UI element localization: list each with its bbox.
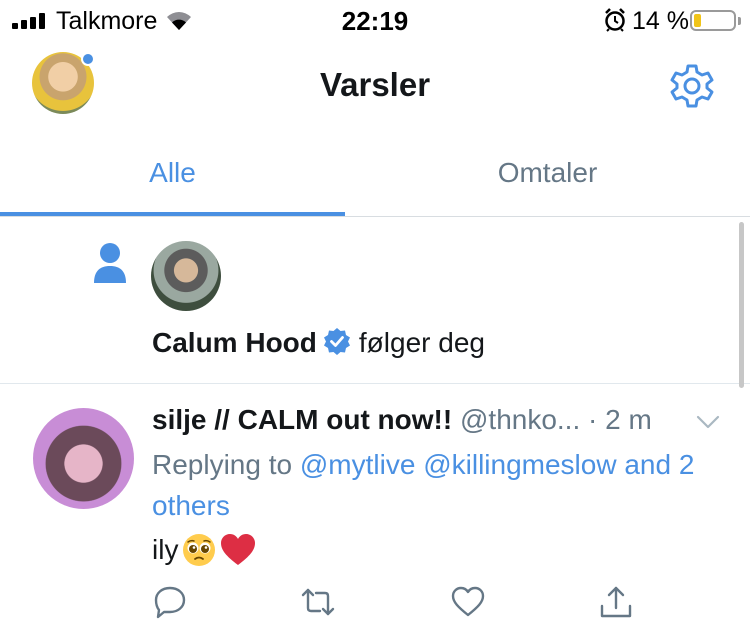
- active-tab-indicator: [0, 212, 345, 216]
- battery-icon: [690, 10, 736, 31]
- red-heart-emoji-icon: [221, 534, 256, 565]
- tab-all[interactable]: Alle: [0, 130, 345, 216]
- gear-icon[interactable]: [668, 62, 716, 110]
- tweet[interactable]: silje // CALM out now!! @thnko... · 2 m …: [0, 384, 750, 636]
- tweet-text: ily: [152, 534, 179, 565]
- status-bar: Talkmore 22:19 14 %: [0, 0, 750, 40]
- mention-link[interactable]: @mytlive: [300, 449, 416, 480]
- unread-indicator-dot: [81, 52, 95, 66]
- replying-to-line: Replying to @mytlive @killingmeslow and …: [152, 444, 732, 526]
- tweet-author-avatar[interactable]: [33, 408, 134, 509]
- tweet-body: ily: [152, 533, 256, 567]
- header: Varsler: [0, 40, 750, 130]
- retweet-icon[interactable]: [300, 584, 336, 620]
- chevron-down-icon[interactable]: [696, 414, 720, 430]
- share-icon[interactable]: [598, 584, 634, 620]
- tweet-author-handle[interactable]: @thnko...: [460, 404, 580, 435]
- battery-percentage: 14 %: [632, 7, 689, 35]
- tab-mentions[interactable]: Omtaler: [375, 130, 720, 216]
- and-label: and: [624, 449, 672, 480]
- scrollbar[interactable]: [739, 222, 744, 388]
- like-icon[interactable]: [450, 584, 486, 620]
- battery-tip: [738, 17, 741, 25]
- page-title: Varsler: [319, 66, 431, 103]
- notification-tabs: Alle Omtaler: [0, 130, 750, 217]
- follow-notification[interactable]: Calum Hood følger deg: [0, 217, 750, 384]
- verified-badge-icon: [323, 328, 350, 355]
- replying-to-label: Replying to: [152, 449, 293, 480]
- mention-link[interactable]: @killingmeslow: [423, 449, 616, 480]
- alarm-clock-icon: [605, 8, 625, 32]
- tweet-actions: [152, 584, 652, 624]
- follow-text: Calum Hood følger deg: [152, 327, 485, 359]
- follower-name[interactable]: Calum Hood: [152, 327, 317, 358]
- follow-action-text: følger deg: [358, 327, 485, 358]
- reply-icon[interactable]: [152, 584, 188, 620]
- follower-avatar[interactable]: [151, 241, 221, 311]
- tweet-timestamp: · 2 m: [588, 404, 652, 435]
- tweet-header: silje // CALM out now!! @thnko... · 2 m: [152, 404, 652, 436]
- person-icon: [94, 243, 126, 283]
- battery-level: [694, 14, 702, 27]
- tweet-author-name[interactable]: silje // CALM out now!!: [152, 404, 452, 435]
- pleading-face-emoji-icon: [183, 534, 216, 566]
